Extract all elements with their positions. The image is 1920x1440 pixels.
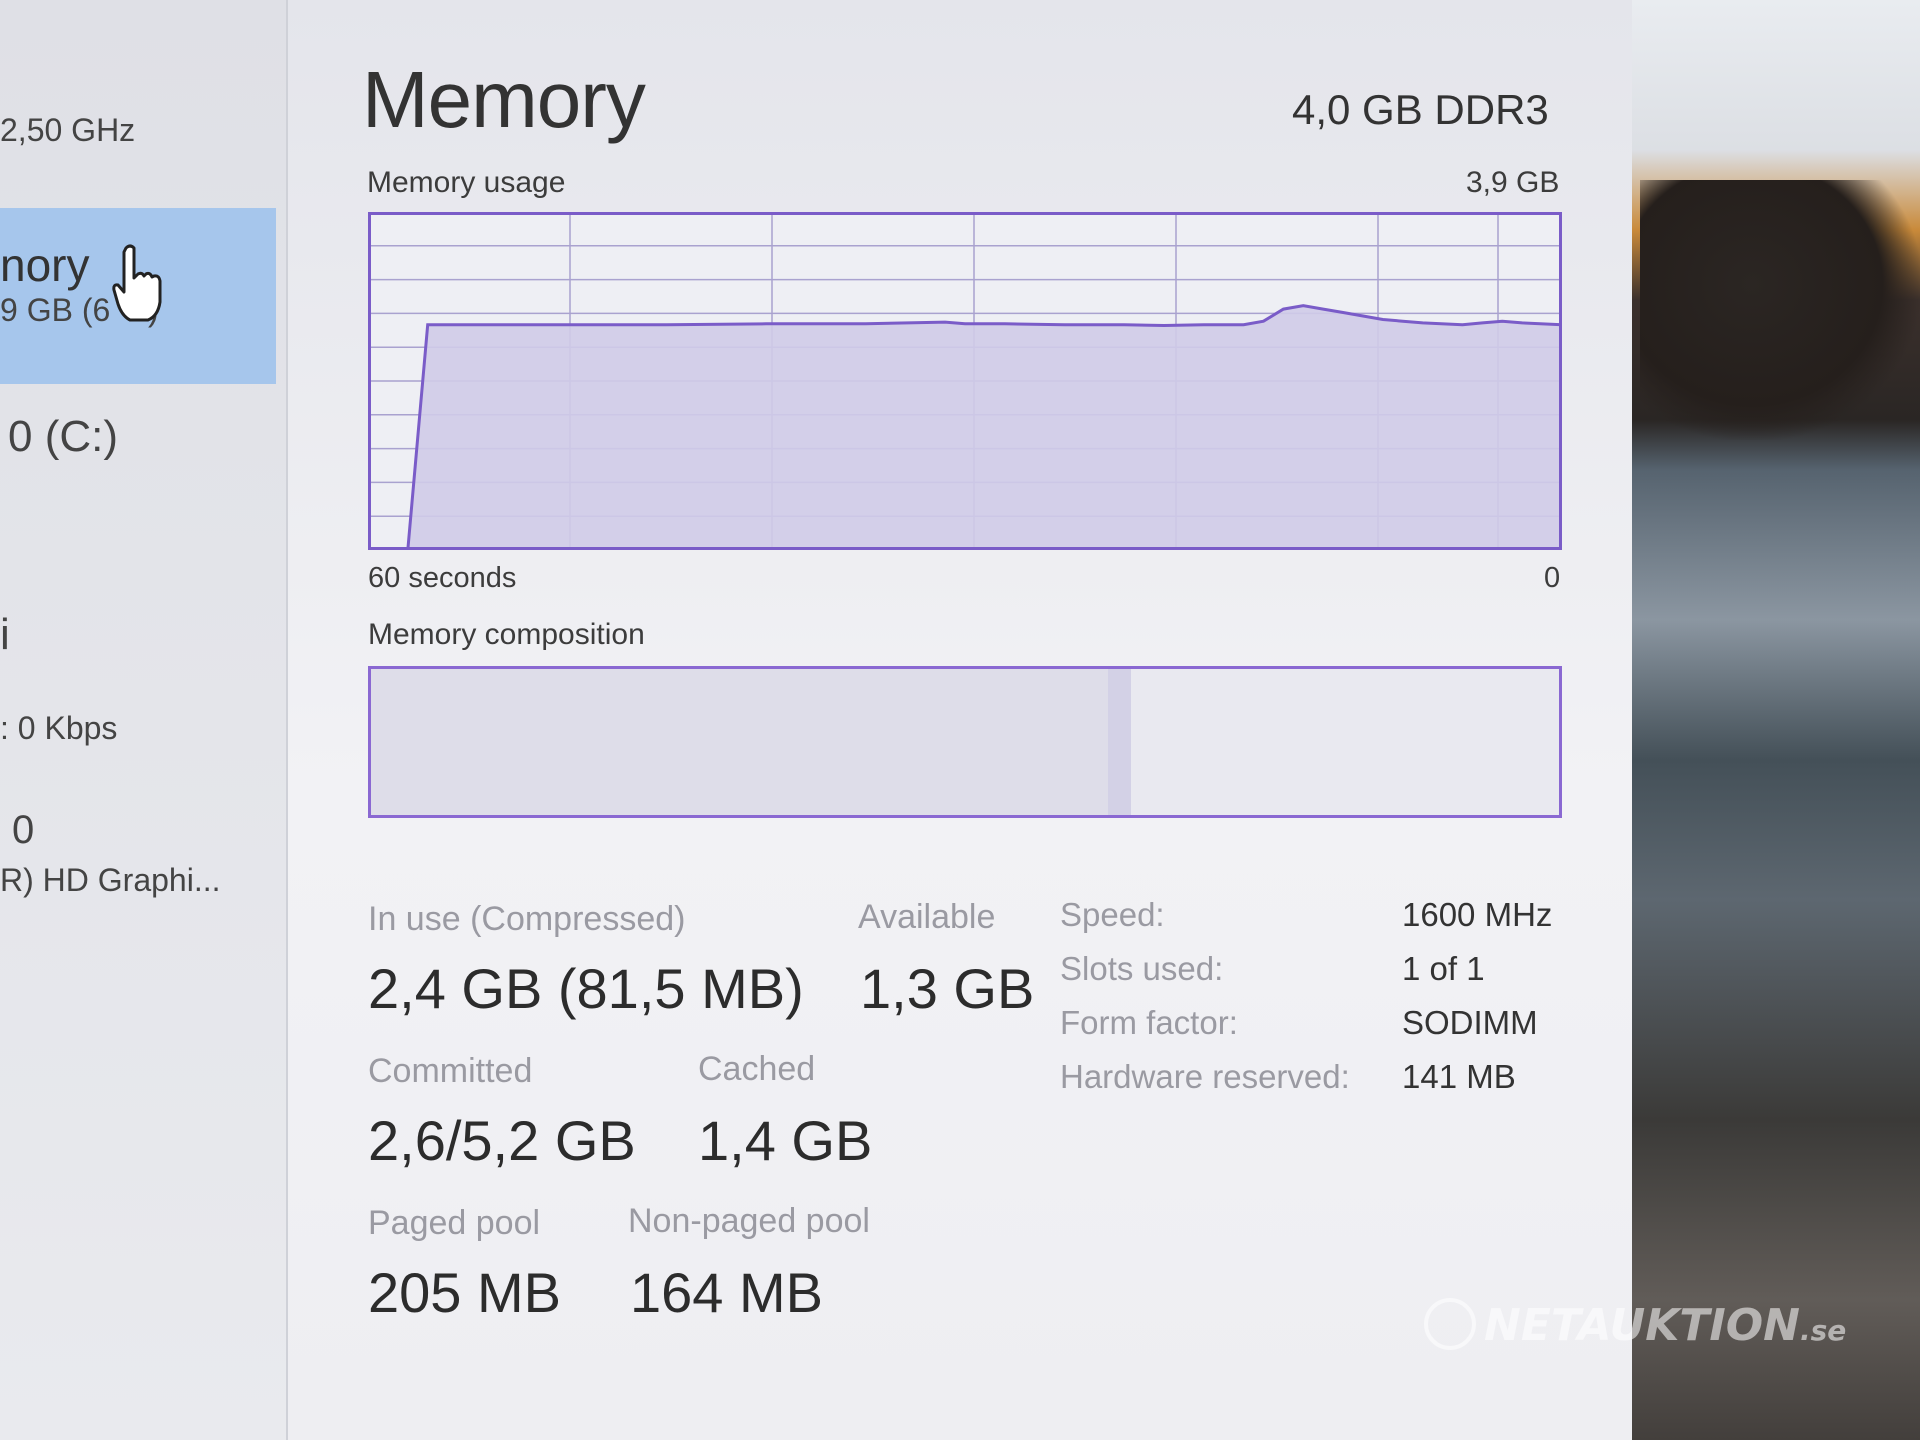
- committed-label: Committed: [368, 1052, 533, 1090]
- hardware-reserved-value: 141 MB: [1402, 1058, 1516, 1095]
- hardware-reserved-label: Hardware reserved:: [1060, 1058, 1350, 1095]
- graph-time-start: 60 seconds: [368, 562, 517, 594]
- sidebar-item-gpu-name: R) HD Graphi...: [0, 862, 221, 898]
- composition-standby[interactable]: [1131, 669, 1559, 815]
- sidebar-item-gpu[interactable]: 0: [12, 808, 34, 853]
- non-paged-pool-label: Non-paged pool: [628, 1202, 870, 1240]
- sidebar-item-wifi-rate: : 0 Kbps: [0, 710, 118, 746]
- hand-pointer-icon: [112, 244, 162, 322]
- sidebar-item-disk[interactable]: 0 (C:): [8, 412, 118, 462]
- slots-used-label: Slots used:: [1060, 950, 1224, 987]
- speed-value: 1600 MHz: [1402, 896, 1553, 933]
- sidebar-item-wifi[interactable]: i: [0, 610, 10, 660]
- task-manager-window: 2,50 GHz nory 9 GB (6 ) 0 (C:) i : 0 Kbp…: [0, 0, 1632, 1440]
- memory-usage-max: 3,9 GB: [1466, 166, 1560, 199]
- performance-sidebar: 2,50 GHz nory 9 GB (6 ) 0 (C:) i : 0 Kbp…: [0, 0, 288, 1440]
- non-paged-pool-value: 164 MB: [630, 1261, 823, 1324]
- memory-type-label: 4,0 GB DDR3: [1292, 86, 1549, 133]
- available-value: 1,3 GB: [860, 957, 1035, 1020]
- form-factor-value: SODIMM: [1402, 1004, 1538, 1041]
- memory-usage-label: Memory usage: [367, 166, 566, 199]
- in-use-label: In use (Compressed): [368, 900, 686, 938]
- watermark-text: NETAUKTION: [1484, 1300, 1800, 1351]
- in-use-value: 2,4 GB (81,5 MB): [368, 957, 804, 1020]
- memory-composition-label: Memory composition: [368, 618, 645, 651]
- watermark-suffix: .se: [1800, 1314, 1847, 1347]
- cached-value: 1,4 GB: [698, 1109, 873, 1172]
- cached-label: Cached: [698, 1050, 816, 1088]
- usage-area: [368, 305, 1562, 550]
- composition-in-use[interactable]: [371, 669, 1110, 815]
- speed-label: Speed:: [1060, 896, 1165, 933]
- hammer-logo-icon: [1424, 1298, 1476, 1350]
- graph-time-end: 0: [1544, 562, 1561, 594]
- form-factor-label: Form factor:: [1060, 1004, 1238, 1041]
- slots-used-value: 1 of 1: [1402, 950, 1485, 987]
- paged-pool-value: 205 MB: [368, 1261, 561, 1324]
- memory-usage-graph: [368, 212, 1562, 550]
- committed-value: 2,6/5,2 GB: [368, 1109, 636, 1172]
- paged-pool-label: Paged pool: [368, 1204, 541, 1242]
- memory-composition-bar[interactable]: [368, 666, 1562, 818]
- composition-modified[interactable]: [1107, 669, 1134, 815]
- page-title: Memory: [362, 55, 646, 144]
- sidebar-cpu-speed: 2,50 GHz: [0, 112, 136, 148]
- wallpaper-rock: [1640, 180, 1920, 440]
- sidebar-item-memory-label: nory: [0, 239, 90, 291]
- available-label: Available: [858, 898, 996, 936]
- watermark: NETAUKTION.se: [1424, 1298, 1847, 1354]
- sidebar-item-memory-detail: 9 GB (6: [0, 292, 111, 328]
